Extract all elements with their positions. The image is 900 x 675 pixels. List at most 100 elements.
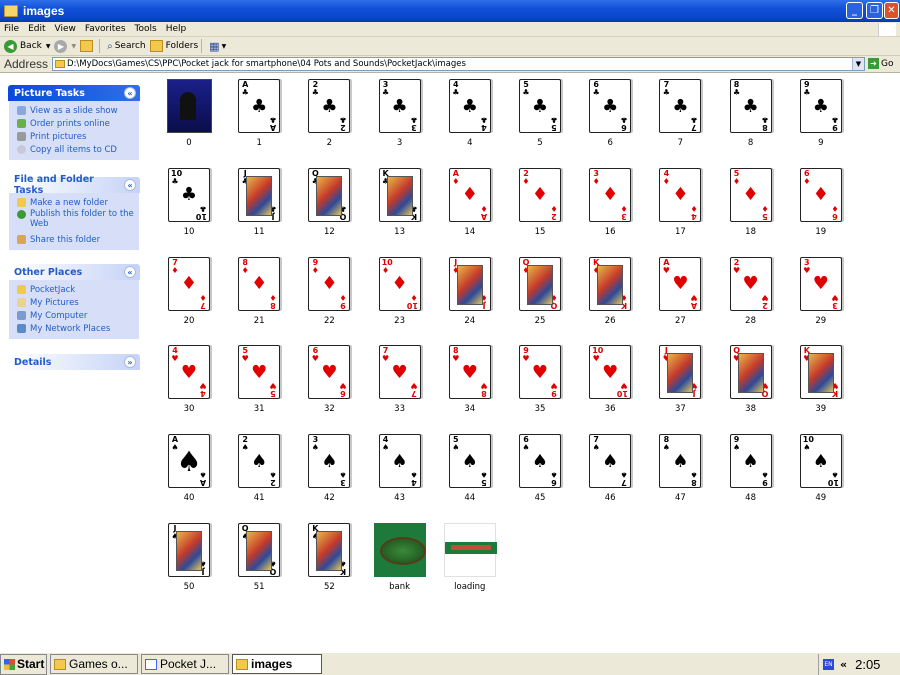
file-thumbnail[interactable]: A ♠ A ♠ ♠ [163, 433, 215, 489]
file-thumbnail[interactable]: 9 ♥ 9 ♥ ♥ [514, 344, 566, 400]
file-folder-tasks-header[interactable]: File and Folder Tasks « [8, 174, 140, 196]
back-button[interactable]: ◀ Back ▼ [4, 39, 51, 53]
file-thumbnail[interactable]: 8 ♣ 8 ♣ ♣ [725, 78, 777, 134]
file-thumbnail[interactable]: 4 ♥ 4 ♥ ♥ [163, 344, 215, 400]
menu-tools[interactable]: Tools [135, 24, 157, 34]
file-thumbnail[interactable]: K ♥ K ♥ [795, 344, 847, 400]
file-thumbnail[interactable]: 6 ♣ 6 ♣ ♣ [584, 78, 636, 134]
file-thumbnail[interactable]: 9 ♠ 9 ♠ ♠ [725, 433, 777, 489]
details-header[interactable]: Details » [8, 354, 140, 370]
chevron-down-icon[interactable]: ▼ [71, 43, 76, 50]
place-pocketjack[interactable]: PocketJack [17, 283, 135, 296]
address-input[interactable]: D:\MyDocs\Games\CS\PPC\Pocket jack for s… [52, 57, 865, 71]
file-thumbnail[interactable]: 2 ♣ 2 ♣ ♣ [303, 78, 355, 134]
file-thumbnail[interactable]: 7 ♣ 7 ♣ ♣ [654, 78, 706, 134]
place-my-computer[interactable]: My Computer [17, 309, 135, 322]
close-button[interactable]: ✕ [884, 2, 899, 19]
collapse-icon[interactable]: « [124, 87, 136, 99]
task-share-folder[interactable]: Share this folder [17, 233, 135, 246]
file-thumbnail[interactable]: J ♠ J ♠ [163, 522, 215, 578]
task-order-prints[interactable]: Order prints online [17, 117, 135, 130]
file-thumbnail[interactable]: 8 ♦ 8 ♦ ♦ [233, 256, 285, 312]
file-thumbnail[interactable]: 3 ♦ 3 ♦ ♦ [584, 167, 636, 223]
file-thumbnail[interactable]: 5 ♥ 5 ♥ ♥ [233, 344, 285, 400]
file-thumbnail[interactable]: K ♣ K ♣ [374, 167, 426, 223]
file-thumbnail[interactable]: J ♥ J ♥ [654, 344, 706, 400]
forward-button[interactable]: ▶ ▼ [54, 39, 76, 53]
show-hidden-icons-icon[interactable]: « [840, 658, 847, 671]
picture-tasks-header[interactable]: Picture Tasks « [8, 85, 140, 101]
file-thumbnail[interactable]: A ♥ A ♥ ♥ [654, 256, 706, 312]
file-thumbnail[interactable] [163, 78, 215, 134]
file-thumbnail[interactable]: Q ♠ Q ♠ [233, 522, 285, 578]
taskbar-button-pocketjack[interactable]: Pocket J... [141, 654, 229, 674]
search-button[interactable]: ⌕ Search [107, 41, 146, 52]
file-thumbnail[interactable]: 7 ♦ 7 ♦ ♦ [163, 256, 215, 312]
task-copy-to-cd[interactable]: Copy all items to CD [17, 143, 135, 156]
file-thumbnail[interactable]: 3 ♣ 3 ♣ ♣ [374, 78, 426, 134]
file-thumbnail[interactable]: 6 ♥ 6 ♥ ♥ [303, 344, 355, 400]
taskbar-button-games[interactable]: Games o... [50, 654, 138, 674]
chevron-down-icon[interactable]: ▼ [46, 43, 51, 50]
file-thumbnail[interactable]: 6 ♦ 6 ♦ ♦ [795, 167, 847, 223]
file-thumbnail[interactable]: 5 ♦ 5 ♦ ♦ [725, 167, 777, 223]
task-publish-web[interactable]: Publish this folder to the Web [17, 209, 135, 233]
file-thumbnail[interactable]: 5 ♣ 5 ♣ ♣ [514, 78, 566, 134]
file-thumbnail[interactable]: 4 ♠ 4 ♠ ♠ [374, 433, 426, 489]
go-button[interactable]: ➜ Go [868, 58, 893, 69]
file-thumbnail[interactable]: 10 ♦ 10 ♦ ♦ [374, 256, 426, 312]
file-thumbnail[interactable]: 2 ♥ 2 ♥ ♥ [725, 256, 777, 312]
start-button[interactable]: Start [0, 653, 47, 675]
file-thumbnail[interactable]: 4 ♦ 4 ♦ ♦ [654, 167, 706, 223]
file-thumbnail[interactable]: Q ♥ Q ♥ [725, 344, 777, 400]
collapse-icon[interactable]: « [124, 179, 136, 191]
file-thumbnail[interactable]: 4 ♣ 4 ♣ ♣ [444, 78, 496, 134]
file-thumbnail[interactable]: 10 ♠ 10 ♠ ♠ [795, 433, 847, 489]
address-dropdown-button[interactable]: ▼ [852, 58, 864, 70]
file-thumbnail[interactable]: 3 ♥ 3 ♥ ♥ [795, 256, 847, 312]
file-thumbnail[interactable]: 6 ♠ 6 ♠ ♠ [514, 433, 566, 489]
title-bar[interactable]: images _ ❐ ✕ [0, 0, 900, 22]
file-thumbnail[interactable]: A ♣ A ♣ ♣ [233, 78, 285, 134]
file-thumbnail[interactable]: 8 ♠ 8 ♠ ♠ [654, 433, 706, 489]
file-thumbnail[interactable]: K ♠ K ♠ [303, 522, 355, 578]
file-thumbnail[interactable]: J ♣ J ♣ [233, 167, 285, 223]
collapse-icon[interactable]: « [124, 266, 136, 278]
file-thumbnail[interactable]: 9 ♦ 9 ♦ ♦ [303, 256, 355, 312]
file-thumbnail[interactable]: K ♦ K ♦ [584, 256, 636, 312]
maximize-button[interactable]: ❐ [866, 2, 883, 19]
place-my-network[interactable]: My Network Places [17, 322, 135, 335]
task-print-pictures[interactable]: Print pictures [17, 130, 135, 143]
taskbar-button-images[interactable]: images [232, 654, 322, 674]
file-thumbnail[interactable]: 2 ♦ 2 ♦ ♦ [514, 167, 566, 223]
menu-view[interactable]: View [55, 24, 76, 34]
file-thumbnail[interactable]: 8 ♥ 8 ♥ ♥ [444, 344, 496, 400]
file-thumbnail[interactable]: 7 ♥ 7 ♥ ♥ [374, 344, 426, 400]
file-thumbnail[interactable] [443, 522, 497, 578]
language-indicator[interactable]: EN [823, 659, 834, 670]
file-thumbnail[interactable]: 9 ♣ 9 ♣ ♣ [795, 78, 847, 134]
file-thumbnail[interactable]: J ♦ J ♦ [444, 256, 496, 312]
file-thumbnail[interactable]: Q ♣ Q ♣ [303, 167, 355, 223]
file-thumbnail[interactable]: Q ♦ Q ♦ [514, 256, 566, 312]
file-thumbnail[interactable]: 5 ♠ 5 ♠ ♠ [444, 433, 496, 489]
file-thumbnail[interactable]: 10 ♥ 10 ♥ ♥ [584, 344, 636, 400]
file-thumbnail[interactable] [373, 522, 426, 578]
menu-file[interactable]: File [4, 24, 19, 34]
place-my-pictures[interactable]: My Pictures [17, 296, 135, 309]
file-thumbnail[interactable]: 3 ♠ 3 ♠ ♠ [303, 433, 355, 489]
up-folder-button[interactable] [80, 40, 96, 52]
task-slide-show[interactable]: View as a slide show [17, 104, 135, 117]
menu-help[interactable]: Help [166, 24, 187, 34]
menu-favorites[interactable]: Favorites [85, 24, 126, 34]
file-thumbnail[interactable]: A ♦ A ♦ ♦ [444, 167, 496, 223]
other-places-header[interactable]: Other Places « [8, 264, 140, 280]
minimize-button[interactable]: _ [846, 2, 863, 19]
expand-icon[interactable]: » [124, 356, 136, 368]
file-thumbnail[interactable]: 2 ♠ 2 ♠ ♠ [233, 433, 285, 489]
task-new-folder[interactable]: Make a new folder [17, 196, 135, 209]
views-button[interactable]: ▦ ▼ [209, 40, 226, 53]
file-thumbnail[interactable]: 7 ♠ 7 ♠ ♠ [584, 433, 636, 489]
folders-button[interactable]: Folders [149, 40, 198, 52]
file-thumbnail[interactable]: 10 ♣ 10 ♣ ♣ [163, 167, 215, 223]
